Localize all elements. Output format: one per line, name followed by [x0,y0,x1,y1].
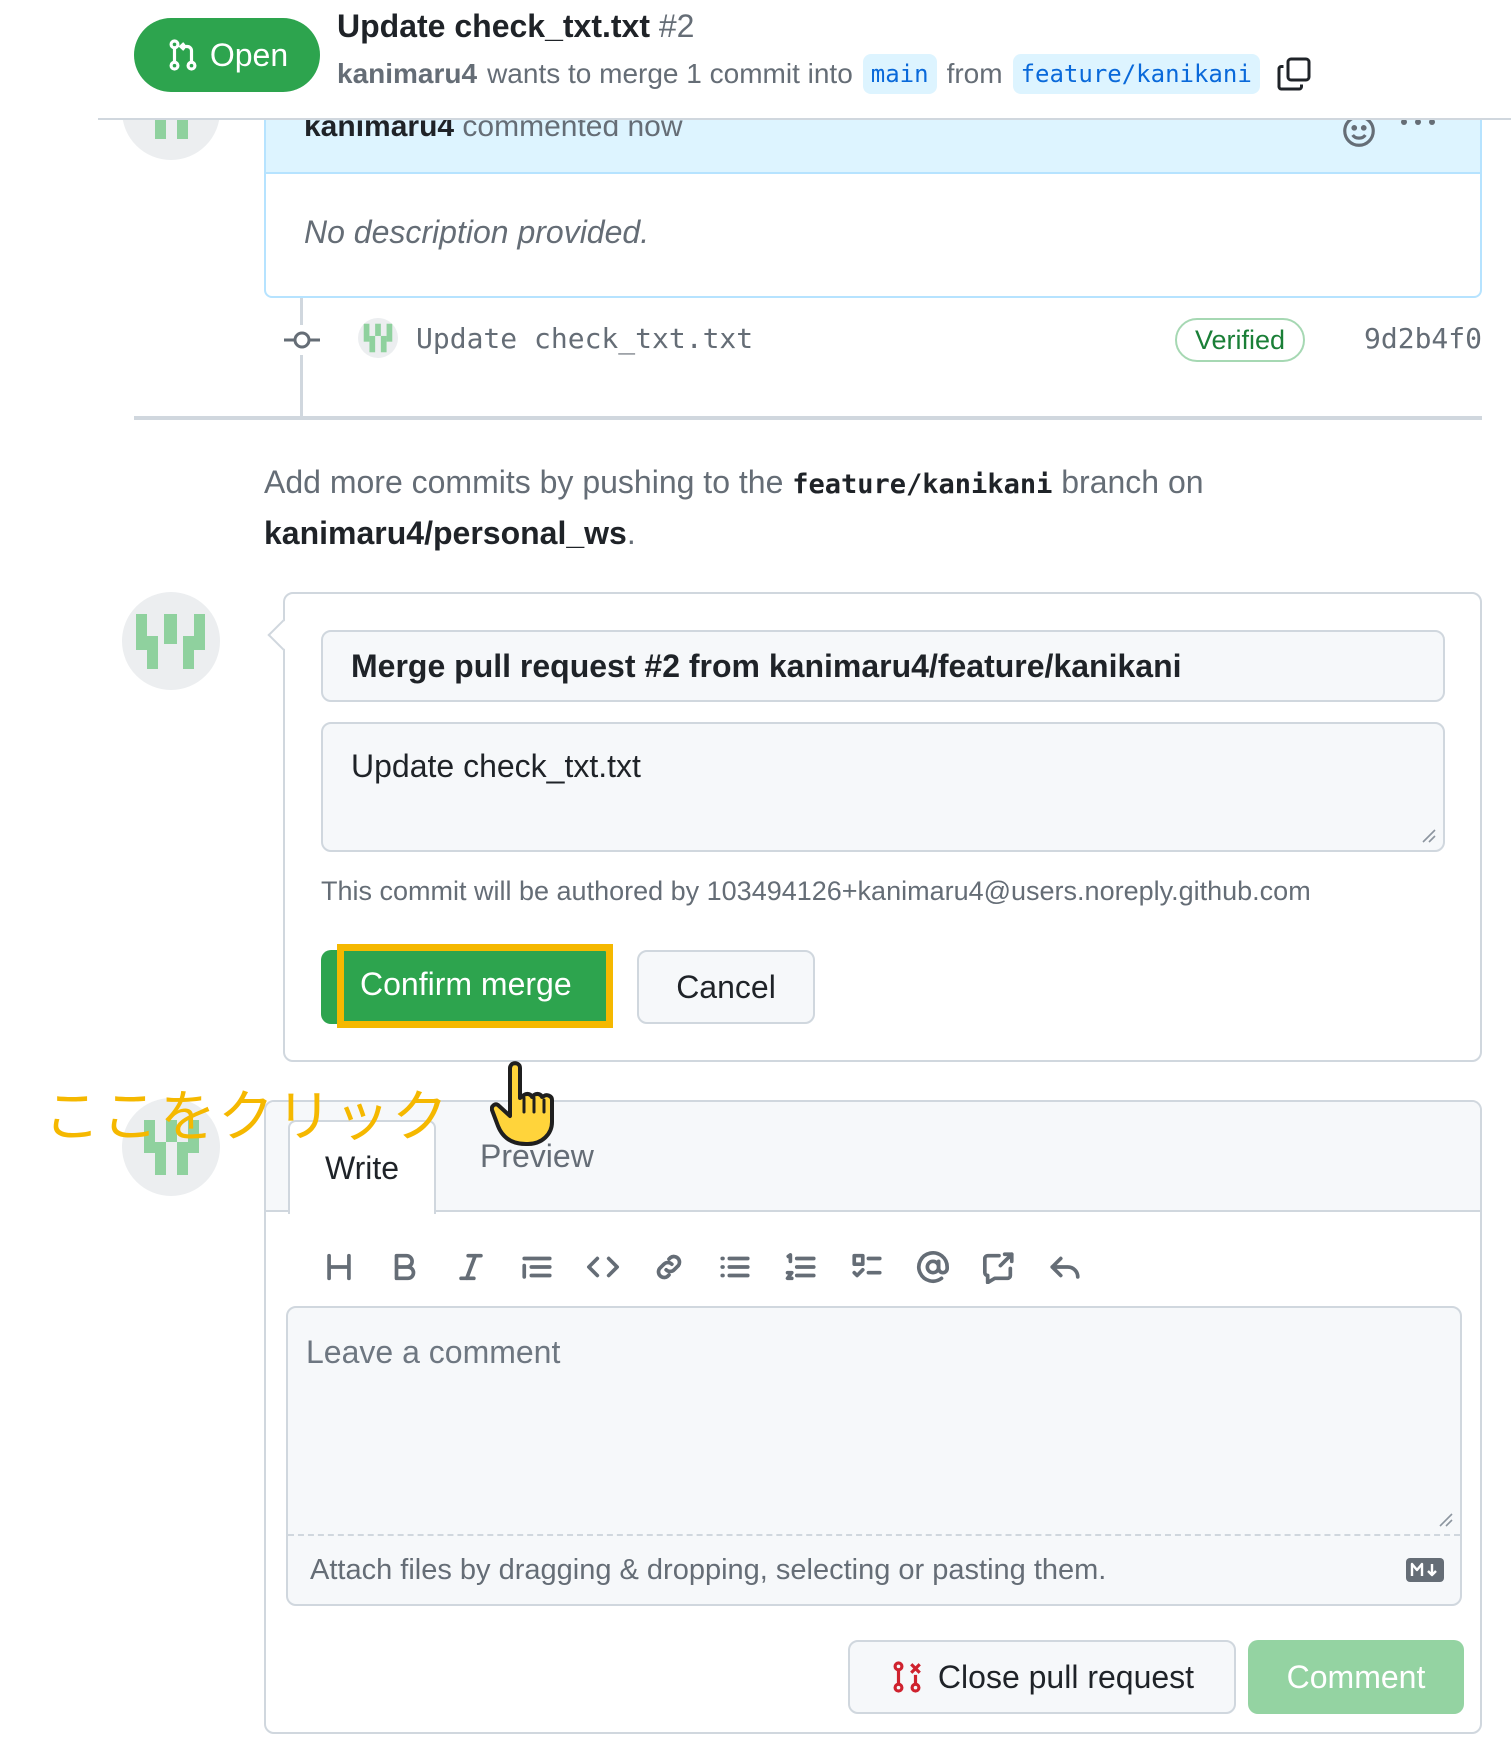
head-branch[interactable]: feature/kanikani [1012,54,1260,94]
merge-text: wants to merge 1 commit into [487,58,853,89]
quote-icon[interactable] [504,1240,570,1294]
pr-number: #2 [658,8,695,44]
bold-icon[interactable] [372,1240,438,1294]
push-hint-prefix: Add more commits by pushing to the [264,464,784,500]
timeline-line [300,298,303,418]
comment-button[interactable]: Comment [1248,1640,1464,1714]
pr-header: Open Update check_txt.txt #2 kanimaru4 w… [0,0,1511,118]
push-hint-repo[interactable]: kanimaru4/personal_ws [264,515,627,551]
resize-handle-icon[interactable] [1417,824,1437,844]
commit-message-link[interactable]: Update check_txt.txt [416,322,753,355]
comment-body: No description provided. [304,214,650,250]
header-divider [98,118,1511,120]
avatar[interactable] [122,592,220,690]
merge-commit-body-text: Update check_txt.txt [351,748,641,784]
close-pull-request-button[interactable]: Close pull request [848,1640,1236,1714]
push-hint: Add more commits by pushing to the featu… [264,458,1364,557]
close-pull-request-label: Close pull request [937,1658,1195,1695]
pr-author-link[interactable]: kanimaru4 [337,58,477,90]
from-text: from [946,58,1003,89]
cancel-button[interactable]: Cancel [637,950,815,1024]
new-comment-form: Write Preview Leave a comment Attach fil… [264,1100,1482,1734]
commit-author-note: This commit will be authored by 10349412… [321,876,1311,906]
base-branch[interactable]: main [862,54,937,94]
link-icon[interactable] [636,1240,702,1294]
italic-icon[interactable] [438,1240,504,1294]
attach-divider [288,1534,1460,1536]
git-pull-request-icon [169,39,197,71]
merge-commit-body-textarea[interactable]: Update check_txt.txt [321,722,1445,852]
timeline-divider [134,416,1482,420]
task-list-icon[interactable] [834,1240,900,1294]
markdown-icon[interactable] [1406,1558,1444,1582]
git-commit-icon [282,325,322,355]
confirm-merge-label[interactable]: Confirm merge [360,966,572,1003]
push-hint-branch: feature/kanikani [792,469,1053,500]
comment-placeholder: Leave a comment [306,1334,561,1370]
push-hint-middle: branch on [1061,464,1204,500]
comment-textarea[interactable]: Leave a comment Attach files by dragging… [286,1306,1462,1606]
resize-handle-icon[interactable] [1434,1508,1454,1528]
pointing-hand-icon [490,1061,554,1146]
reply-icon[interactable] [1032,1240,1098,1294]
verified-badge[interactable]: Verified [1175,318,1305,362]
pr-description-comment: kanimaru4 commented now No description p… [264,100,1482,298]
click-here-annotation: ここをクリック [44,1085,450,1150]
pr-state-badge: Open [134,18,320,92]
git-pull-request-closed-icon [893,1661,921,1693]
bulleted-list-icon[interactable] [702,1240,768,1294]
markdown-toolbar [306,1240,1098,1294]
push-hint-suffix: . [626,515,636,551]
commit-sha-link[interactable]: 9d2b4f0 [1364,322,1482,355]
copy-icon[interactable] [1276,56,1312,92]
mention-icon[interactable] [900,1240,966,1294]
numbered-list-icon[interactable] [768,1240,834,1294]
pr-title: Update check_txt.txt #2 [337,8,694,45]
pr-merge-summary: kanimaru4 wants to merge 1 commit into m… [337,54,1312,94]
merge-commit-title-input[interactable]: Merge pull request #2 from kanimaru4/fea… [321,630,1445,702]
cross-reference-icon[interactable] [966,1240,1032,1294]
commit-author-avatar[interactable] [358,318,398,358]
pr-state-label: Open [209,36,289,73]
code-icon[interactable] [570,1240,636,1294]
attach-files-hint[interactable]: Attach files by dragging & dropping, sel… [310,1554,1106,1587]
pr-title-text: Update check_txt.txt [337,8,650,44]
heading-icon[interactable] [306,1240,372,1294]
